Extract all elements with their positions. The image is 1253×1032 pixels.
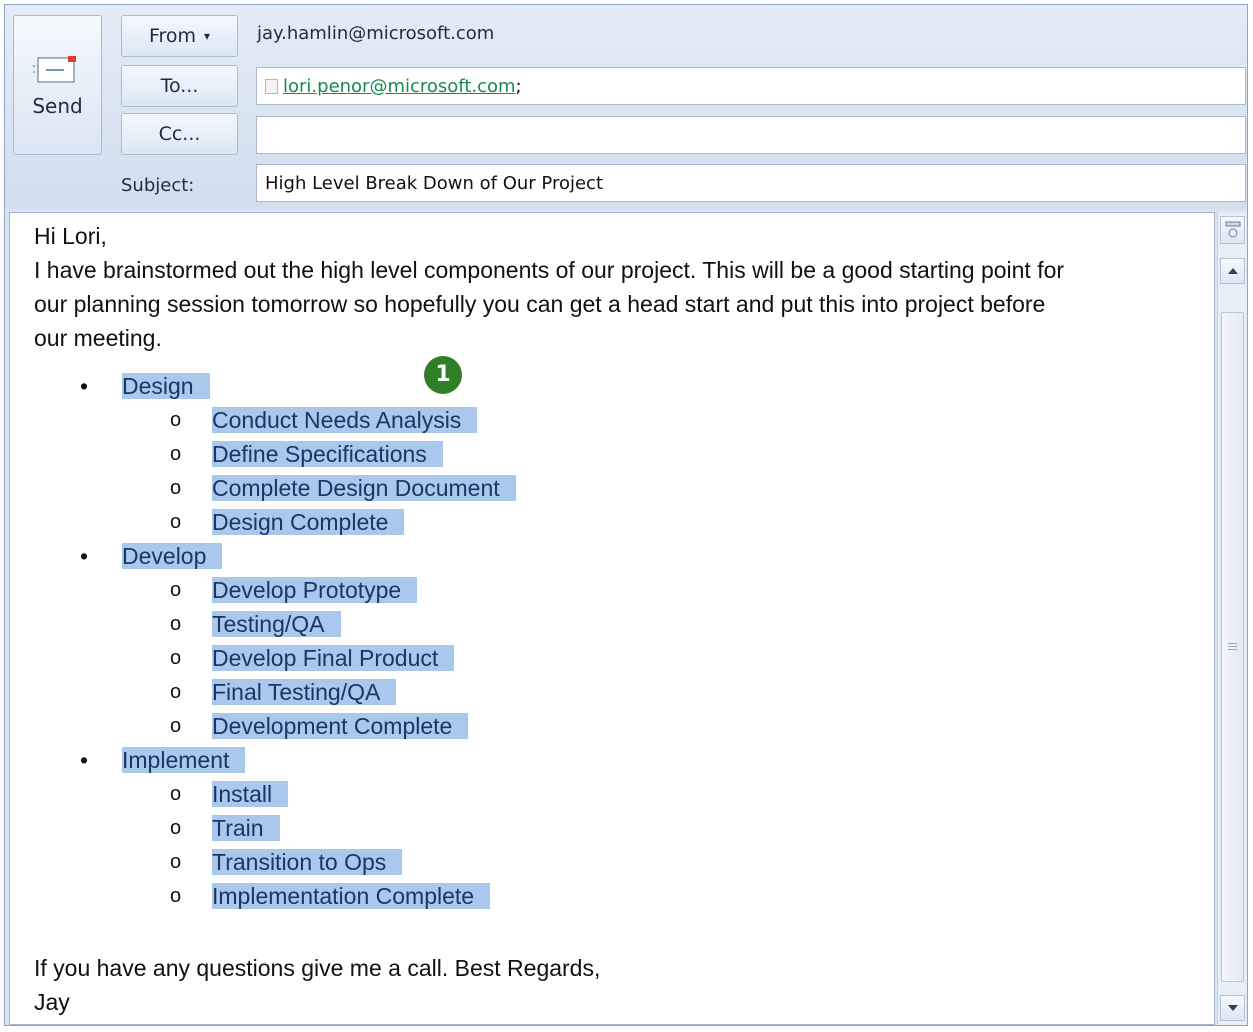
send-button[interactable]: Send — [13, 15, 102, 155]
circle-bullet-icon: o — [170, 477, 182, 499]
intro-line: our planning session tomorrow so hopeful… — [34, 291, 1046, 317]
subject-value: High Level Break Down of Our Project — [265, 172, 604, 194]
task-label: Complete Design Document — [212, 475, 516, 501]
from-button[interactable]: From ▾ — [121, 15, 238, 57]
recipient-link[interactable]: lori.penor@microsoft.com — [283, 76, 516, 97]
subject-field[interactable]: High Level Break Down of Our Project — [256, 164, 1246, 202]
circle-bullet-icon: o — [170, 409, 182, 431]
circle-bullet-icon: o — [170, 647, 182, 669]
circle-bullet-icon: o — [170, 885, 182, 907]
message-header: Send From ▾ jay.hamlin@microsoft.com To.… — [5, 5, 1247, 209]
closing-line: If you have any questions give me a call… — [34, 955, 601, 981]
cc-field[interactable] — [256, 116, 1246, 154]
outline-task: o Define Specifications — [34, 437, 1214, 471]
to-label: To... — [160, 75, 199, 97]
task-label: Testing/QA — [212, 611, 341, 637]
task-label: Develop Prototype — [212, 577, 418, 603]
task-label: Final Testing/QA — [212, 679, 397, 705]
split-view-icon[interactable] — [1220, 216, 1245, 244]
outline-task: o Develop Final Product — [34, 641, 1214, 675]
task-label: Transition to Ops — [212, 849, 403, 875]
outline-task: o Install — [34, 777, 1214, 811]
cc-label: Cc... — [158, 123, 201, 145]
scrollbar-thumb[interactable] — [1221, 312, 1244, 982]
circle-bullet-icon: o — [170, 613, 182, 635]
phase-label: Design — [122, 373, 210, 399]
intro-line: our meeting. — [34, 325, 162, 351]
outline-phase: • Develop — [34, 539, 1214, 573]
task-label: Develop Final Product — [212, 645, 455, 671]
task-label: Design Complete — [212, 509, 405, 535]
to-button[interactable]: To... — [121, 65, 238, 107]
subject-label: Subject: — [121, 175, 195, 196]
callout-badge: 1 — [424, 356, 462, 394]
bullet-icon: • — [80, 543, 89, 569]
intro-line: I have brainstormed out the high level c… — [34, 257, 1065, 283]
send-label: Send — [32, 94, 83, 118]
signature: Jay — [34, 989, 70, 1015]
phase-label: Develop — [122, 543, 223, 569]
task-label: Define Specifications — [212, 441, 443, 467]
scroll-up-button[interactable] — [1220, 258, 1245, 284]
bullet-icon: • — [80, 373, 89, 399]
circle-bullet-icon: o — [170, 443, 182, 465]
grip-icon — [1228, 643, 1237, 651]
bullet-icon: • — [80, 747, 89, 773]
compose-window: Send From ▾ jay.hamlin@microsoft.com To.… — [4, 4, 1248, 1026]
from-label: From — [148, 25, 197, 47]
circle-bullet-icon: o — [170, 681, 182, 703]
outline-task: o Development Complete — [34, 709, 1214, 743]
outline-task: o Design Complete — [34, 505, 1214, 539]
outline-phase: • Implement — [34, 743, 1214, 777]
message-body[interactable]: Hi Lori, I have brainstormed out the hig… — [9, 212, 1215, 1025]
scroll-down-button[interactable] — [1220, 995, 1245, 1021]
from-address: jay.hamlin@microsoft.com — [257, 23, 495, 44]
outline-task: o Implementation Complete — [34, 879, 1214, 913]
outline-task: o Testing/QA — [34, 607, 1214, 641]
outline-phase: • Design — [34, 369, 1214, 403]
phase-label: Implement — [122, 747, 246, 773]
task-label: Development Complete — [212, 713, 469, 739]
task-label: Conduct Needs Analysis — [212, 407, 478, 433]
circle-bullet-icon: o — [170, 851, 182, 873]
outline-task: o Develop Prototype — [34, 573, 1214, 607]
circle-bullet-icon: o — [170, 817, 182, 839]
cc-button[interactable]: Cc... — [121, 113, 238, 155]
envelope-icon — [32, 52, 84, 86]
circle-bullet-icon: o — [170, 579, 182, 601]
task-label: Install — [212, 781, 289, 807]
task-label: Implementation Complete — [212, 883, 491, 909]
outline-task: o Train — [34, 811, 1214, 845]
recipient-checkbox-icon — [265, 78, 278, 94]
outline-task: o Conduct Needs Analysis — [34, 403, 1214, 437]
greeting: Hi Lori, — [34, 223, 107, 249]
recipient-separator: ; — [515, 75, 522, 97]
project-outline: • Design o Conduct Needs Analysis o Define… — [34, 369, 1214, 913]
outline-task: o Final Testing/QA — [34, 675, 1214, 709]
circle-bullet-icon: o — [170, 783, 182, 805]
chevron-down-icon: ▾ — [204, 29, 211, 43]
outline-task: o Complete Design Document — [34, 471, 1214, 505]
task-label: Train — [212, 815, 280, 841]
circle-bullet-icon: o — [170, 715, 182, 737]
outline-task: o Transition to Ops — [34, 845, 1214, 879]
vertical-scrollbar[interactable] — [1217, 212, 1247, 1025]
circle-bullet-icon: o — [170, 511, 182, 533]
to-field[interactable]: lori.penor@microsoft.com ; — [256, 67, 1246, 105]
